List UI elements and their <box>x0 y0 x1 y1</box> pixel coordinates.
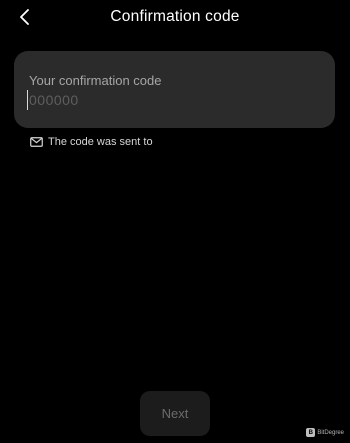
next-button[interactable]: Next <box>140 391 210 436</box>
page-title: Confirmation code <box>110 8 240 25</box>
code-field-label: Your confirmation code <box>29 73 162 88</box>
confirmation-code-card[interactable]: Your confirmation code <box>14 51 335 128</box>
code-sent-notice: The code was sent to <box>30 135 153 149</box>
watermark-text: BitDegree <box>317 429 344 436</box>
watermark: B BitDegree <box>306 428 344 437</box>
code-sent-text: The code was sent to <box>48 136 153 148</box>
envelope-icon <box>30 137 43 147</box>
bitdegree-logo-icon: B <box>306 428 316 437</box>
confirmation-code-input[interactable] <box>27 90 309 110</box>
header: Confirmation code <box>0 0 350 34</box>
